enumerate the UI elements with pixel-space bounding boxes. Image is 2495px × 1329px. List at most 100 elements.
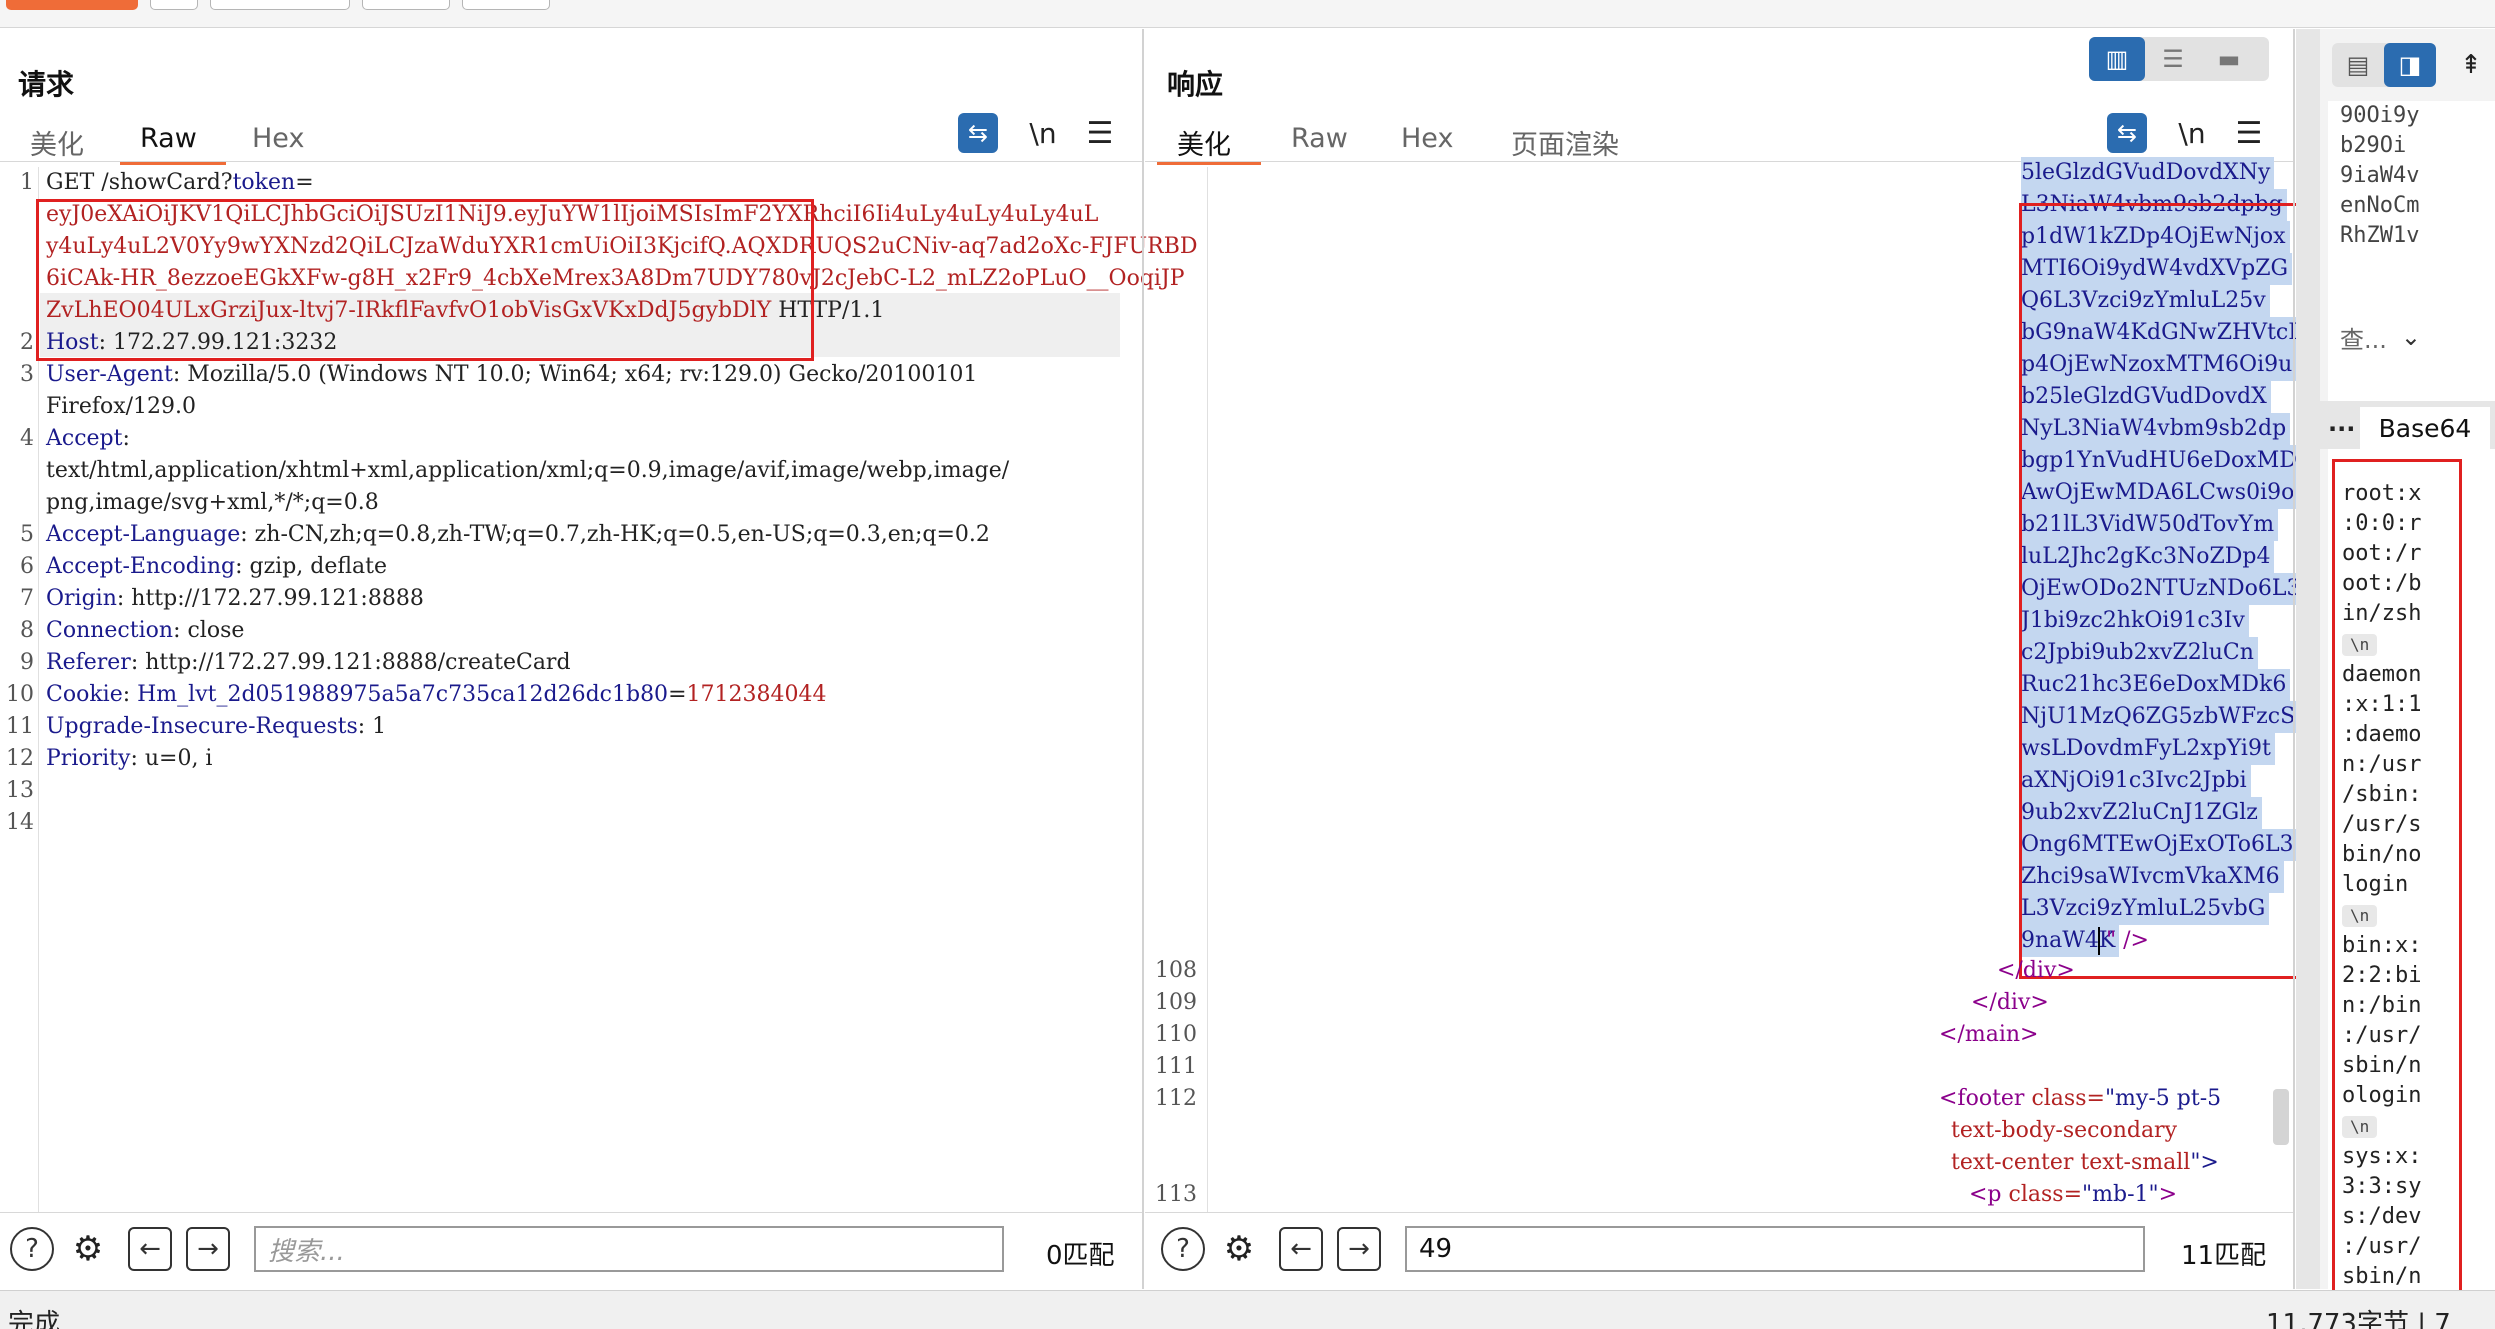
newline-toggle-icon[interactable]: \n — [2169, 113, 2215, 153]
chevron-down-icon[interactable]: ⌄ — [2401, 323, 2421, 351]
decoded-line: bin:x: — [2342, 933, 2422, 958]
decoded-line: :/usr/ — [2342, 1023, 2422, 1048]
response-code-line: 108 </div> — [1145, 955, 2275, 987]
inspector-layout-toggle: ▤ ◨ — [2332, 43, 2436, 87]
header-value: Firefox/129.0 — [46, 394, 197, 419]
settings-button[interactable] — [150, 0, 198, 10]
newline-badge: \n — [2342, 1116, 2378, 1138]
code-line: 3 User-Agent: Mozilla/5.0 (Windows NT 10.… — [0, 359, 1130, 391]
decoder-tab-base64[interactable]: Base64 — [2360, 407, 2490, 449]
header-value: = — [295, 170, 314, 195]
gear-icon[interactable]: ⚙ — [66, 1227, 110, 1271]
response-line-text: text-center text-small"> — [1951, 1150, 2219, 1175]
tab-hex[interactable]: Hex — [252, 123, 304, 154]
line-text: GET /showCard?token= — [46, 167, 314, 199]
header-value: : — [122, 682, 138, 707]
tab-美化[interactable]: 美化 — [30, 123, 84, 162]
code-line: 9 Referer: http://172.27.99.121:8888/crea… — [0, 647, 1130, 679]
tab-raw[interactable]: Raw — [1291, 123, 1348, 154]
line-number: 110 — [1155, 1022, 1197, 1047]
newline-badge: \n — [2342, 905, 2378, 927]
inspector-list-icon[interactable]: ▤ — [2332, 43, 2384, 87]
word-wrap-toggle-icon[interactable]: ⇆ — [958, 113, 998, 153]
line-number: 5 — [20, 522, 34, 547]
request-search-bar: ? ⚙ ← → 搜索... 0匹配 — [0, 1212, 1142, 1290]
code-line: 11 Upgrade-Insecure-Requests: 1 — [0, 711, 1130, 743]
split-view-icon[interactable]: ▥ — [2089, 37, 2145, 81]
tab-美化[interactable]: 美化 — [1177, 123, 1231, 162]
newline-badge: \n — [2342, 634, 2378, 656]
decoded-line: oot:/r — [2342, 541, 2422, 566]
response-code-line: 113 <p class="mb-1"> — [1145, 1179, 2275, 1211]
inspector-splitter[interactable] — [2293, 29, 2295, 1289]
send-button[interactable] — [6, 0, 138, 10]
decoder-more-label[interactable]: ... — [2328, 409, 2355, 437]
back-button[interactable] — [362, 0, 450, 10]
help-icon[interactable]: ? — [10, 1227, 54, 1271]
next-match-icon[interactable]: → — [186, 1227, 230, 1271]
inspector-line: 90Oi9y — [2340, 103, 2420, 128]
pane-splitter[interactable] — [1142, 29, 1144, 1289]
code-line: 8 Connection: close — [0, 615, 1130, 647]
inspector-pane: ▤ ◨ ⇞ 90Oi9y b29Oi 9iaW4v enNoCm RhZW1v 查...… — [2296, 29, 2495, 1319]
decoded-line: n:/usr — [2342, 752, 2422, 777]
line-text: Upgrade-Insecure-Requests: 1 — [46, 711, 386, 743]
header-value: png,image/svg+xml,*/*;q=0.8 — [46, 490, 379, 515]
inspector-query-row[interactable]: 查... ⌄ — [2340, 315, 2460, 359]
decoded-line: /usr/s — [2342, 812, 2422, 837]
tab-hex[interactable]: Hex — [1401, 123, 1453, 154]
response-search-input[interactable]: 49 — [1405, 1226, 2145, 1272]
inspector-panel-icon[interactable]: ◨ — [2384, 43, 2436, 87]
previous-match-icon[interactable]: ← — [128, 1227, 172, 1271]
menu-icon[interactable]: ☰ — [2229, 113, 2269, 153]
status-bar: 完成 11,773字节 | 7 milli — [0, 1290, 2495, 1329]
token-highlight-box — [36, 199, 814, 361]
line-number: 2 — [20, 330, 34, 355]
gear-icon[interactable]: ⚙ — [1217, 1227, 1261, 1271]
cancel-button[interactable] — [210, 0, 350, 10]
decoded-text[interactable]: root:x:0:0:r oot:/r oot:/b in/zsh \n daemon:x… — [2342, 479, 2421, 1292]
code-line: 5 Accept-Language: zh-CN,zh;q=0.8,zh-TW;q… — [0, 519, 1130, 551]
line-number: 4 — [20, 426, 34, 451]
stacked-view-icon[interactable]: ☰ — [2145, 37, 2201, 81]
response-title: 响应 — [1167, 68, 1224, 101]
menu-icon[interactable]: ☰ — [1080, 113, 1120, 153]
decoded-line: sys:x: — [2342, 1144, 2422, 1169]
code-line: 6 Accept-Encoding: gzip, deflate — [0, 551, 1130, 583]
forward-button[interactable] — [462, 0, 550, 10]
response-search-bar: ? ⚙ ← → 49 11匹配 — [1145, 1212, 2293, 1290]
header-name: Origin — [46, 586, 117, 611]
inspector-line: enNoCm — [2340, 193, 2420, 218]
decoded-line: :0:0:r — [2342, 511, 2422, 536]
decoded-line: :daemo — [2342, 722, 2422, 747]
line-text: Firefox/129.0 — [46, 391, 196, 423]
next-match-icon[interactable]: → — [1337, 1227, 1381, 1271]
token-value: 1712384044 — [686, 682, 827, 707]
inspector-line: 9iaW4v — [2340, 163, 2420, 188]
newline-toggle-icon[interactable]: \n — [1020, 113, 1066, 153]
line-text: Accept: — [46, 423, 130, 455]
param-name: token — [232, 170, 296, 195]
request-tabs-divider — [0, 161, 1142, 162]
collapse-icon[interactable]: ⇞ — [2454, 43, 2488, 87]
request-search-input[interactable]: 搜索... — [254, 1226, 1004, 1272]
request-match-count: 0匹配 — [1046, 1241, 1115, 1271]
response-code-line: 110 </main> — [1145, 1019, 2275, 1051]
response-pane: 响应 ▥ ☰ ▬ 美化 Raw Hex 页面渲染 ⇆ \n ☰ 5leGlzdGVud… — [1145, 29, 2399, 1289]
tab-raw[interactable]: Raw — [140, 123, 197, 154]
help-icon[interactable]: ? — [1161, 1227, 1205, 1271]
previous-match-icon[interactable]: ← — [1279, 1227, 1323, 1271]
line-number: 3 — [20, 362, 34, 387]
line-text: png,image/svg+xml,*/*;q=0.8 — [46, 487, 379, 519]
code-line: 1 GET /showCard?token= — [0, 167, 1130, 199]
response-code-line: text-center text-small"> — [1145, 1147, 2275, 1179]
response-scrollbar[interactable] — [2273, 1089, 2289, 1145]
code-line: 7 Origin: http://172.27.99.121:8888 — [0, 583, 1130, 615]
header-value: : zh-CN,zh;q=0.8,zh-TW;q=0.7,zh-HK;q=0.5… — [240, 522, 990, 547]
single-view-icon[interactable]: ▬ — [2201, 37, 2257, 81]
request-pane: 请求 美化 Raw Hex ⇆ \n ☰ 1 GET /showCard?token=… — [0, 29, 1198, 1289]
line-text: Priority: u=0, i — [46, 743, 212, 775]
tab-页面渲染[interactable]: 页面渲染 — [1511, 123, 1619, 162]
word-wrap-toggle-icon[interactable]: ⇆ — [2107, 113, 2147, 153]
decoded-line: bin/no — [2342, 842, 2422, 867]
